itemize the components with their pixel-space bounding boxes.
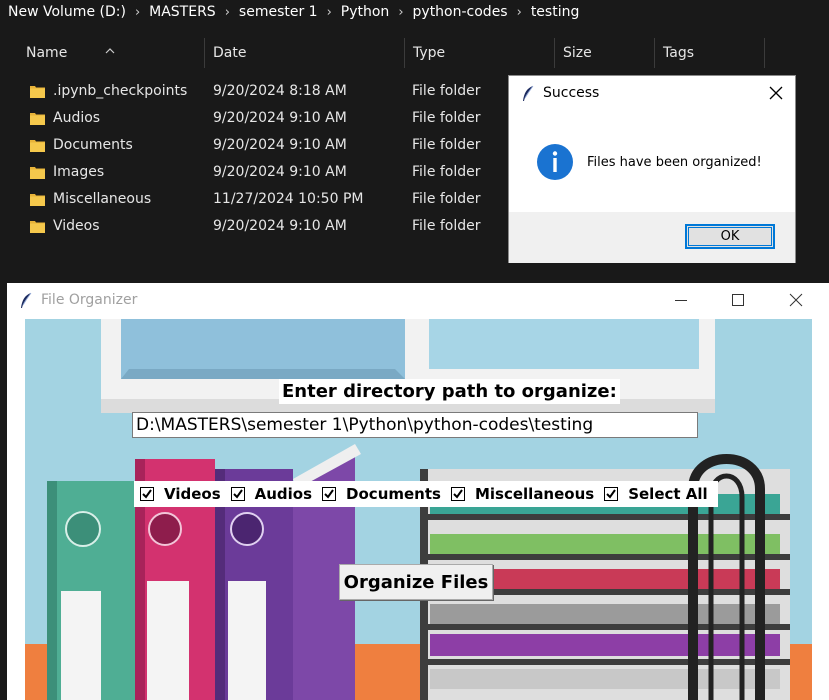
column-header-label: Size [563, 45, 592, 61]
chevron-right-icon: › [134, 4, 141, 20]
column-header-size[interactable]: Size [555, 38, 655, 68]
file-organizer-window: File Organizer Enter directory path to o… [7, 283, 829, 700]
tk-feather-icon [523, 85, 534, 101]
checkbox-label: Miscellaneous [474, 485, 595, 503]
file-type: File folder [412, 191, 481, 207]
file-date: 9/20/2024 8:18 AM [213, 83, 347, 99]
sort-ascending-icon [105, 48, 115, 54]
checkbox-label: Videos [164, 485, 221, 503]
bookshelf-background-image [25, 319, 812, 700]
file-date: 9/20/2024 9:10 AM [213, 218, 347, 234]
column-headers: Name Date Type Size Tags [0, 38, 829, 68]
breadcrumb-item[interactable]: semester 1 [239, 4, 318, 20]
dialog-footer: OK [509, 212, 795, 263]
breadcrumb: New Volume (D:) › MASTERS › semester 1 ›… [0, 0, 829, 24]
checkmark-icon [142, 489, 152, 499]
folder-icon [30, 140, 45, 152]
checkbox-label: Documents [346, 485, 441, 503]
folder-icon [30, 167, 45, 179]
file-name: Miscellaneous [53, 191, 152, 207]
file-type: File folder [412, 218, 481, 234]
column-header-date[interactable]: Date [205, 38, 405, 68]
file-type: File folder [412, 137, 481, 153]
checkbox-box[interactable] [322, 487, 337, 501]
checkbox-audios[interactable]: Audios [230, 485, 313, 503]
organize-files-button[interactable]: Organize Files [339, 564, 493, 600]
chevron-right-icon: › [398, 4, 404, 20]
folder-icon [30, 86, 45, 98]
dialog-titlebar[interactable]: Success [509, 76, 795, 112]
success-dialog: Success Files have been organized! OK [508, 75, 796, 263]
checkbox-box[interactable] [140, 487, 154, 501]
maximize-icon[interactable] [730, 292, 746, 308]
file-name: .ipynb_checkpoints [53, 83, 188, 99]
app-canvas: Enter directory path to organize: Videos… [25, 319, 812, 700]
file-type: File folder [412, 164, 481, 180]
file-name: Audios [53, 110, 101, 126]
chevron-right-icon: › [516, 4, 522, 20]
breadcrumb-item[interactable]: python-codes [413, 4, 508, 20]
directory-path-input[interactable] [132, 412, 698, 438]
checkbox-documents[interactable]: Documents [322, 485, 441, 503]
file-name: Videos [53, 218, 100, 234]
file-date: 9/20/2024 9:10 AM [213, 164, 347, 180]
folder-icon [30, 194, 45, 206]
folder-icon [30, 113, 45, 125]
focus-ring [688, 227, 772, 246]
breadcrumb-item[interactable]: New Volume (D:) [8, 4, 126, 20]
checkbox-label: Audios [254, 485, 313, 503]
file-type: File folder [412, 110, 481, 126]
checkmark-icon [232, 489, 243, 499]
minimize-icon[interactable] [673, 292, 689, 308]
checkbox-videos[interactable]: Videos [140, 485, 221, 503]
file-date: 11/27/2024 10:50 PM [213, 191, 364, 207]
column-header-label: Date [213, 45, 247, 61]
checkbox-box[interactable] [604, 487, 619, 501]
file-date: 9/20/2024 9:10 AM [213, 137, 347, 153]
info-icon [537, 144, 573, 180]
dialog-body: Files have been organized! [509, 112, 795, 212]
checkbox-box[interactable] [230, 487, 245, 501]
dialog-title: Success [543, 85, 600, 101]
file-name: Images [53, 164, 105, 180]
column-header-label: Tags [663, 45, 694, 61]
column-header-label: Name [26, 45, 68, 61]
breadcrumb-item[interactable]: testing [531, 4, 580, 20]
tk-feather-icon [21, 292, 32, 308]
column-header-tags[interactable]: Tags [655, 38, 765, 68]
file-type: File folder [412, 83, 481, 99]
checkmark-icon [324, 489, 334, 499]
file-name: Documents [53, 137, 133, 153]
checkbox-select-all[interactable]: Select All [604, 485, 708, 503]
checkbox-miscellaneous[interactable]: Miscellaneous [450, 485, 595, 503]
file-date: 9/20/2024 9:10 AM [213, 110, 347, 126]
breadcrumb-item[interactable]: MASTERS [149, 4, 216, 20]
column-header-type[interactable]: Type [405, 38, 555, 68]
breadcrumb-item[interactable]: Python [341, 4, 390, 20]
app-title: File Organizer [41, 292, 138, 308]
directory-prompt-label: Enter directory path to organize: [279, 379, 620, 404]
checkbox-label: Select All [628, 485, 708, 503]
app-titlebar[interactable]: File Organizer [7, 283, 829, 319]
chevron-right-icon: › [224, 4, 230, 20]
chevron-right-icon: › [326, 4, 332, 20]
checkmark-icon [453, 489, 463, 499]
checkbox-box[interactable] [450, 487, 465, 501]
column-header-label: Type [413, 45, 446, 61]
ok-button[interactable]: OK [685, 224, 775, 249]
close-icon[interactable] [788, 292, 804, 308]
close-icon[interactable] [769, 86, 783, 100]
checkmark-icon [606, 489, 617, 499]
category-checkbox-row: Videos Audios Documents Miscellaneous Se… [134, 481, 718, 507]
folder-icon [30, 221, 45, 233]
organize-files-label: Organize Files [343, 571, 489, 593]
dialog-message: Files have been organized! [587, 155, 762, 170]
